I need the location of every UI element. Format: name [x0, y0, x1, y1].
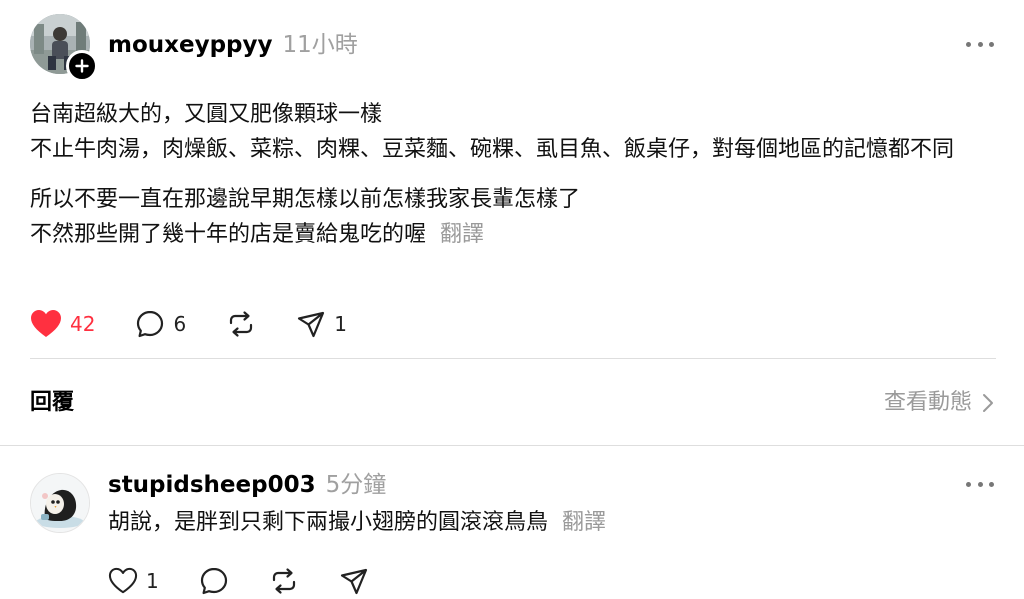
section-divider — [0, 445, 1024, 446]
send-icon — [298, 311, 325, 338]
reply-translate-link[interactable]: 翻譯 — [562, 510, 606, 535]
reply-like-button[interactable]: 1 — [108, 567, 159, 595]
post-author-line: mouxeyppyy 11小時 — [108, 30, 358, 60]
view-activity-label: 查看動態 — [883, 390, 972, 415]
comment-bubble-icon — [200, 567, 227, 595]
repost-button[interactable] — [226, 309, 256, 339]
share-count: 1 — [334, 312, 347, 336]
follow-button[interactable] — [66, 50, 98, 82]
reply-author-avatar[interactable] — [30, 473, 90, 533]
plus-icon — [75, 59, 89, 73]
reply-comment-button[interactable] — [199, 566, 229, 596]
view-activity-link[interactable]: 查看動態 — [884, 388, 994, 418]
more-dots-icon[interactable] — [966, 36, 994, 52]
post-time-ago: 11小時 — [282, 32, 358, 58]
translate-link[interactable]: 翻譯 — [440, 222, 484, 247]
like-count: 42 — [70, 312, 96, 336]
post-paragraph-2-text: 所以不要一直在那邊說早期怎樣以前怎樣我家長輩怎樣了 不然那些開了幾十年的店是賣給… — [30, 187, 581, 247]
avatar-illustration — [31, 474, 89, 532]
like-button[interactable]: 42 — [30, 309, 95, 339]
share-button[interactable]: 1 — [296, 309, 347, 339]
reply-username[interactable]: stupidsheep003 — [108, 472, 316, 498]
post-username[interactable]: mouxeyppyy — [108, 32, 272, 58]
heart-outline-icon — [108, 567, 138, 594]
reply-actions: 1 — [108, 563, 409, 599]
reply-time-ago: 5分鐘 — [325, 472, 387, 498]
reply-like-count: 1 — [146, 569, 159, 593]
comment-bubble-icon — [137, 310, 164, 338]
divider — [30, 358, 996, 359]
post-actions: 42 6 1 — [30, 306, 387, 342]
reply-text-content: 胡說，是胖到只剩下兩撮小翅膀的圓滾滾鳥鳥 — [108, 510, 549, 535]
chevron-right-icon — [983, 394, 993, 412]
reply-author-line: stupidsheep003 5分鐘 — [108, 470, 386, 500]
reply-share-button[interactable] — [339, 566, 369, 596]
send-icon — [340, 568, 367, 595]
repost-icon — [272, 568, 295, 594]
comment-count: 6 — [173, 312, 187, 336]
post-paragraph-2: 所以不要一直在那邊說早期怎樣以前怎樣我家長輩怎樣了 不然那些開了幾十年的店是賣給… — [30, 182, 1005, 252]
heart-icon — [31, 310, 61, 337]
more-dots-icon[interactable] — [966, 476, 994, 492]
comment-button[interactable]: 6 — [135, 309, 186, 339]
reply-repost-button[interactable] — [269, 566, 299, 596]
post-paragraph-1: 台南超級大的，又圓又肥像顆球一樣 不止牛肉湯，肉燥飯、菜粽、肉粿、豆菜麵、碗粿、… — [30, 102, 955, 162]
reply-text: 胡說，是胖到只剩下兩撮小翅膀的圓滾滾鳥鳥 翻譯 — [108, 505, 606, 540]
repost-icon — [230, 311, 253, 337]
post: mouxeyppyy 11小時 台南超級大的，又圓又肥像顆球一樣 不止牛肉湯，肉燥… — [0, 0, 1024, 360]
replies-title: 回覆 — [30, 390, 75, 415]
replies-header: 回覆 查看動態 — [0, 360, 1024, 446]
post-text: 台南超級大的，又圓又肥像顆球一樣 不止牛肉湯，肉燥飯、菜粽、肉粿、豆菜麵、碗粿、… — [30, 97, 1005, 267]
